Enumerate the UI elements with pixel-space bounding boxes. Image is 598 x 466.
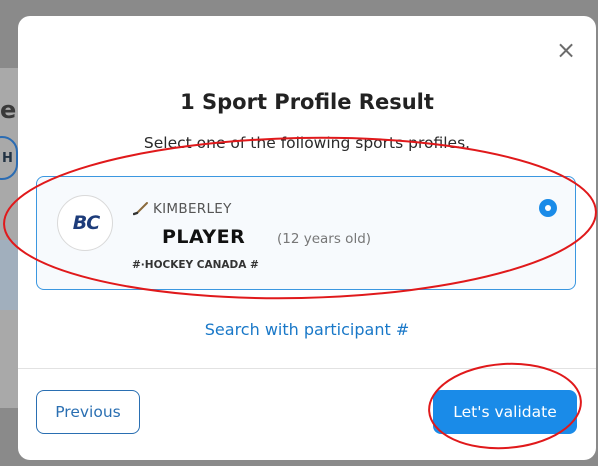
hockey-stick-icon bbox=[133, 202, 148, 216]
club-name: KIMBERLEY bbox=[153, 201, 232, 217]
profile-age: (12 years old) bbox=[277, 231, 372, 247]
profile-role: PLAYER bbox=[162, 226, 246, 248]
profile-radio-selected[interactable] bbox=[539, 199, 557, 217]
search-participant-link[interactable]: Search with participant # bbox=[18, 320, 596, 339]
sport-profile-card[interactable]: BC KIMBERLEY PLAYER (12 years old) #·HOC… bbox=[36, 176, 576, 290]
previous-button[interactable]: Previous bbox=[36, 390, 140, 434]
background-text-fragment: e bbox=[0, 96, 17, 124]
hockey-bc-logo: BC bbox=[57, 195, 113, 251]
modal-title: 1 Sport Profile Result bbox=[180, 90, 434, 114]
logo-text: BC bbox=[72, 212, 100, 234]
background-letter-fragment: H bbox=[2, 151, 13, 166]
validate-button[interactable]: Let's validate bbox=[433, 390, 577, 434]
modal-subtitle: Select one of the following sports profi… bbox=[143, 134, 471, 152]
profile-organization: #·HOCKEY CANADA # bbox=[132, 259, 259, 271]
close-icon[interactable]: × bbox=[554, 38, 578, 62]
background-bar-fragment bbox=[0, 240, 20, 310]
sport-profile-modal: × 1 Sport Profile Result Select one of t… bbox=[18, 16, 596, 460]
footer-divider bbox=[18, 368, 596, 369]
radio-dot bbox=[545, 205, 551, 211]
